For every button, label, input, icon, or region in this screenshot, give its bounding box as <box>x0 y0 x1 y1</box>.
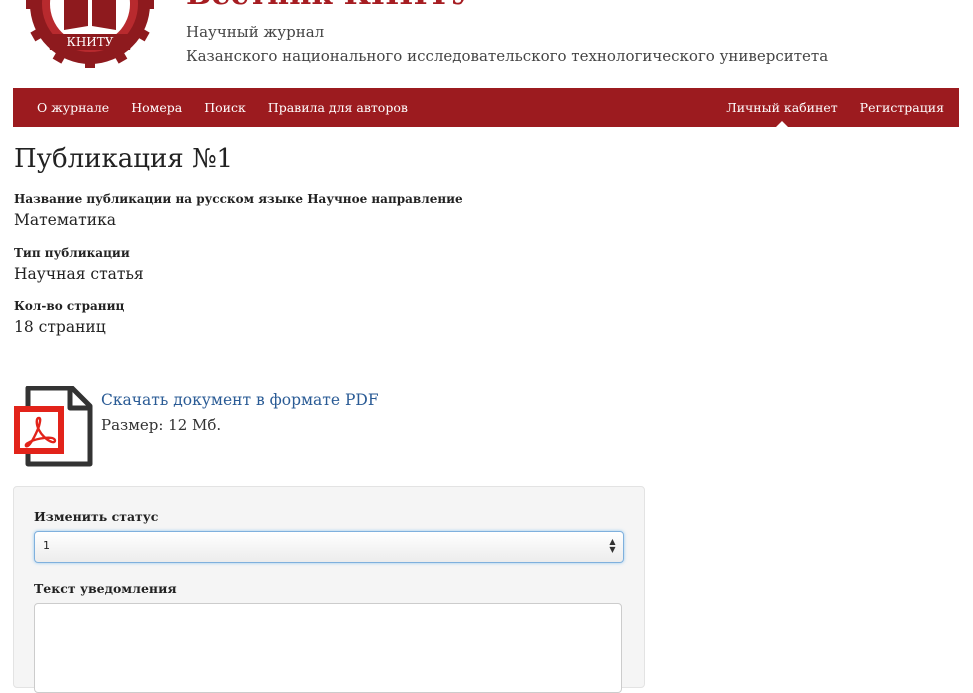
field-value-type: Научная статья <box>14 265 144 283</box>
journal-title[interactable]: Вестник КНИТУ <box>186 0 474 10</box>
field-label-title-direction: Название публикации на русском языке Нау… <box>14 192 463 206</box>
field-value-direction: Математика <box>14 211 116 229</box>
download-pdf-link[interactable]: Скачать документ в формате PDF <box>101 391 379 409</box>
nav-issues[interactable]: Номера <box>131 100 182 115</box>
nav-personal-account[interactable]: Личный кабинет <box>726 100 838 128</box>
main-navbar: О журнале Номера Поиск Правила для автор… <box>13 88 959 128</box>
notification-label: Текст уведомления <box>34 581 177 596</box>
file-size: Размер: 12 Мб. <box>101 416 222 434</box>
university-name: Казанского национального исследовательск… <box>186 47 829 65</box>
select-arrows-icon: ▲ ▼ <box>609 537 616 554</box>
site-header: КНИТУ Вестник КНИТУ Научный журнал Казан… <box>0 0 973 88</box>
logo-text: КНИТУ <box>67 35 114 49</box>
nav-search[interactable]: Поиск <box>204 100 246 115</box>
nav-left-group: О журнале Номера Поиск Правила для автор… <box>37 88 430 127</box>
nav-right-group: Личный кабинет Регистрация <box>704 88 944 128</box>
notification-textarea[interactable] <box>34 603 622 693</box>
university-logo[interactable]: КНИТУ <box>26 0 154 68</box>
journal-subtitle: Научный журнал <box>186 23 325 41</box>
page-title: Публикация №1 <box>14 144 234 174</box>
status-label: Изменить статус <box>34 509 159 524</box>
field-label-type: Тип публикации <box>14 246 130 260</box>
field-value-pages: 18 страниц <box>14 318 106 336</box>
nav-author-rules[interactable]: Правила для авторов <box>268 100 408 115</box>
status-select[interactable]: 1 ▲ ▼ <box>34 531 624 563</box>
status-select-value: 1 <box>43 539 50 552</box>
status-panel: Изменить статус 1 ▲ ▼ Текст уведомления <box>13 486 645 693</box>
pdf-file-icon[interactable] <box>12 386 94 468</box>
nav-about[interactable]: О журнале <box>37 100 109 115</box>
field-label-pages: Кол-во страниц <box>14 299 125 313</box>
nav-registration[interactable]: Регистрация <box>860 100 944 115</box>
